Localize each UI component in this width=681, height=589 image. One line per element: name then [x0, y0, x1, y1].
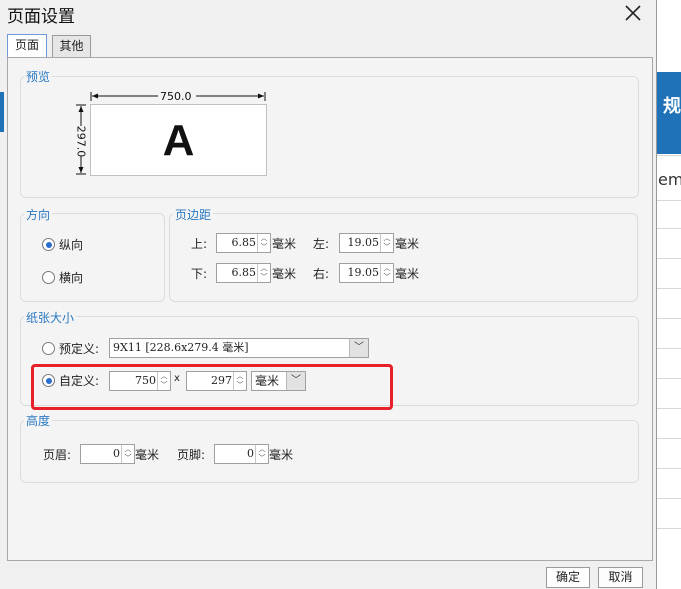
- margin-bottom-value: 6.85: [231, 266, 257, 279]
- chevron-down-icon[interactable]: ﹀: [259, 273, 269, 282]
- preset-size-label: 预定义:: [59, 342, 100, 356]
- margin-right-unit: 毫米: [395, 267, 420, 281]
- background-divider: [656, 258, 681, 259]
- chevron-up-icon[interactable]: ︿: [259, 264, 269, 273]
- footer-height-value: 0: [247, 447, 254, 460]
- page-setup-dialog: 页面设置 页面 其他 预览 750.0 297.0 A 方向 纵向 横向 页边距…: [0, 0, 657, 589]
- chevron-up-icon[interactable]: ︿: [382, 234, 392, 243]
- tab-page[interactable]: 页面: [7, 34, 47, 57]
- margin-bottom-unit: 毫米: [272, 267, 297, 281]
- background-divider: [656, 200, 681, 201]
- chevron-down-icon[interactable]: ﹀: [257, 454, 267, 463]
- margin-bottom-label: 下:: [191, 267, 208, 281]
- margin-top-unit: 毫米: [272, 237, 297, 251]
- close-icon: [625, 5, 641, 21]
- footer-height-label: 页脚:: [177, 448, 206, 462]
- background-divider: [656, 468, 681, 469]
- orientation-group: [20, 213, 165, 302]
- margin-left-value: 19.05: [347, 236, 380, 249]
- background-banner-text: 规: [663, 96, 681, 117]
- preset-size-select[interactable]: 9X11 [228.6x279.4 毫米] ﹀: [109, 338, 369, 358]
- paper-size-group-title: 纸张大小: [24, 309, 77, 326]
- margin-top-input[interactable]: 6.85 ︿ ﹀: [216, 233, 271, 253]
- chevron-down-icon[interactable]: ﹀: [349, 339, 368, 357]
- margin-right-label: 右:: [313, 267, 330, 281]
- header-height-label: 页眉:: [43, 448, 72, 462]
- chevron-up-icon[interactable]: ︿: [123, 445, 133, 454]
- background-divider: [656, 348, 681, 349]
- portrait-radio[interactable]: [42, 238, 55, 251]
- chevron-down-icon[interactable]: ﹀: [382, 243, 392, 252]
- margin-top-label: 上:: [191, 237, 208, 251]
- background-divider: [656, 528, 681, 529]
- footer-height-input[interactable]: 0 ︿ ﹀: [214, 444, 269, 464]
- chevron-up-icon[interactable]: ︿: [382, 264, 392, 273]
- landscape-label: 横向: [59, 271, 84, 285]
- preview-width-label: 750.0: [160, 90, 192, 103]
- header-height-unit: 毫米: [135, 448, 160, 462]
- ok-button[interactable]: 确定: [546, 567, 590, 588]
- background-divider: [656, 288, 681, 289]
- portrait-label: 纵向: [59, 238, 84, 252]
- preview-letter: A: [162, 116, 195, 165]
- preset-size-radio[interactable]: [42, 342, 55, 355]
- background-divider: [656, 228, 681, 229]
- margins-group: [169, 213, 638, 302]
- background-divider: [656, 155, 681, 156]
- chevron-up-icon[interactable]: ︿: [257, 445, 267, 454]
- chevron-down-icon[interactable]: ﹀: [382, 273, 392, 282]
- margin-top-value: 6.85: [231, 236, 257, 249]
- background-divider: [656, 438, 681, 439]
- chevron-up-icon[interactable]: ︿: [259, 234, 269, 243]
- preset-size-value: 9X11 [228.6x279.4 毫米]: [113, 341, 249, 354]
- header-height-input[interactable]: 0 ︿ ﹀: [80, 444, 135, 464]
- margins-group-title: 页边距: [173, 206, 214, 223]
- chevron-down-icon[interactable]: ﹀: [259, 243, 269, 252]
- preview-page: A: [90, 104, 267, 176]
- preview-height-label: 297.0: [74, 125, 88, 158]
- background-divider: [656, 318, 681, 319]
- margin-left-label: 左:: [313, 237, 330, 251]
- orientation-group-title: 方向: [24, 206, 53, 223]
- height-group-title: 高度: [24, 412, 53, 429]
- margin-left-unit: 毫米: [395, 237, 420, 251]
- margin-right-value: 19.05: [347, 266, 380, 279]
- chevron-down-icon[interactable]: ﹀: [123, 454, 133, 463]
- close-button[interactable]: [618, 0, 648, 26]
- margin-bottom-input[interactable]: 6.85 ︿ ﹀: [216, 263, 271, 283]
- footer-height-unit: 毫米: [269, 448, 294, 462]
- cancel-button[interactable]: 取消: [598, 567, 643, 588]
- header-height-value: 0: [113, 447, 120, 460]
- margin-left-input[interactable]: 19.05 ︿ ﹀: [339, 233, 394, 253]
- background-divider: [656, 408, 681, 409]
- landscape-radio[interactable]: [42, 271, 55, 284]
- background-divider: [656, 498, 681, 499]
- highlight-annotation: [31, 364, 393, 410]
- background-divider: [656, 378, 681, 379]
- margin-right-input[interactable]: 19.05 ︿ ﹀: [339, 263, 394, 283]
- background-em-text: em_: [658, 170, 681, 189]
